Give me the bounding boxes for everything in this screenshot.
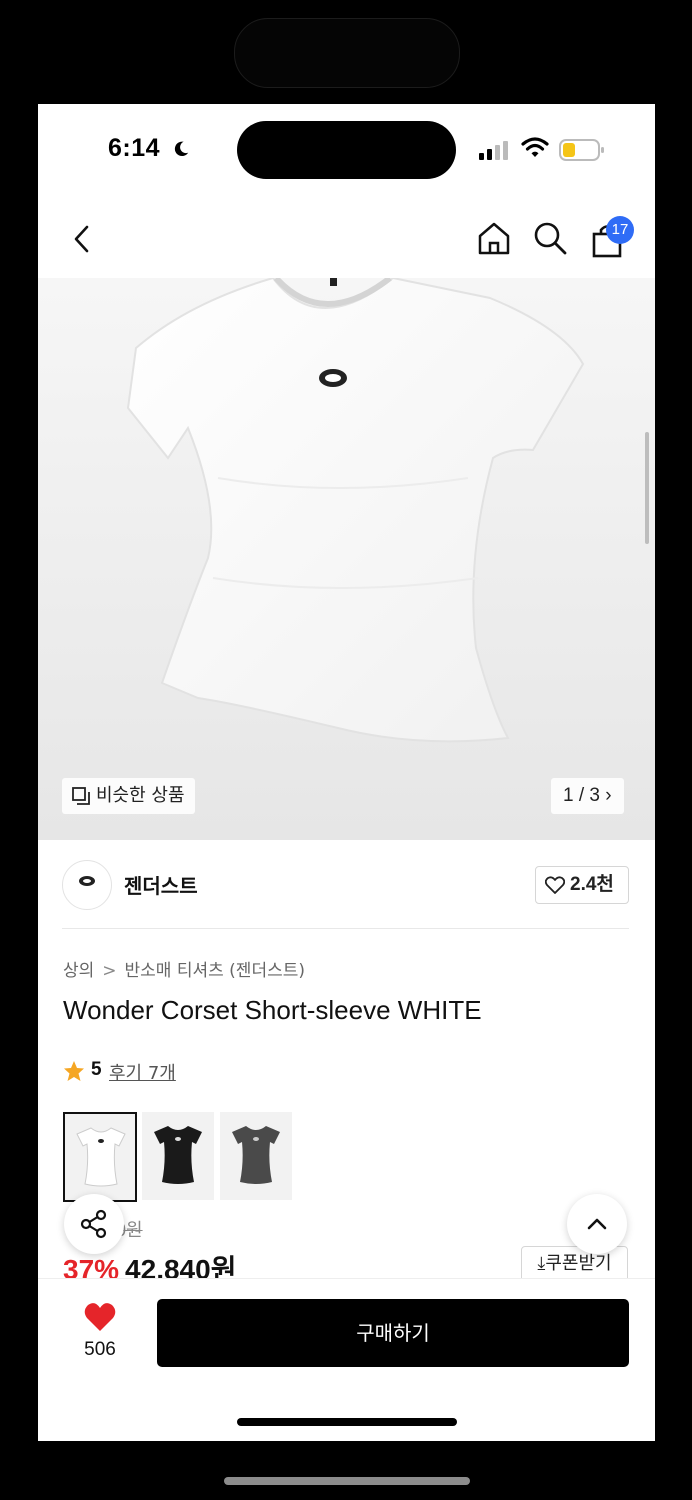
share-button[interactable]: [64, 1194, 124, 1254]
device-bottom-bar: [224, 1477, 470, 1485]
breadcrumb-category[interactable]: 상의: [63, 961, 94, 981]
breadcrumb-separator: >: [102, 961, 117, 981]
back-chevron-icon[interactable]: [68, 224, 98, 254]
tshirt-image: [126, 278, 585, 743]
home-indicator: [237, 1418, 457, 1426]
cart-count-badge: 17: [606, 216, 634, 244]
color-swatch-gray[interactable]: [220, 1112, 292, 1200]
wish-count: 506: [84, 1339, 116, 1360]
divider: [62, 928, 629, 929]
breadcrumb: 상의 > 반소매 티셔츠 (젠더스트): [63, 956, 305, 981]
wifi-icon: [521, 137, 549, 157]
image-scrollbar[interactable]: [645, 432, 649, 544]
buy-button[interactable]: 구매하기: [157, 1299, 629, 1367]
product-title: Wonder Corset Short-sleeve WHITE: [63, 995, 482, 1025]
heart-filled-icon[interactable]: [84, 1302, 116, 1332]
black-tshirt-thumbnail: [154, 1126, 202, 1184]
top-nav: [38, 204, 655, 274]
star-icon: [64, 1061, 84, 1081]
product-image[interactable]: [38, 278, 655, 840]
share-icon: [80, 1209, 107, 1239]
coupon-button[interactable]: ⤓쿠폰받기: [521, 1246, 628, 1282]
home-icon[interactable]: [476, 220, 512, 256]
image-pager[interactable]: 1 / 3 ›: [551, 778, 624, 814]
heart-outline-icon: [545, 876, 565, 894]
breadcrumb-subcategory[interactable]: 반소매 티셔츠 (젠더스트): [125, 961, 305, 981]
battery-icon: [559, 139, 604, 161]
brand-like-count: 2.4천: [570, 874, 614, 895]
chevron-up-icon: [587, 1218, 607, 1230]
search-icon[interactable]: [532, 220, 568, 256]
signal-icon: [479, 141, 508, 160]
white-tshirt-thumbnail: [76, 1127, 126, 1187]
color-swatch-white[interactable]: [63, 1112, 137, 1202]
similar-products-label: 비슷한 상품: [96, 785, 185, 806]
dynamic-island: [237, 121, 456, 179]
phone-screen: 6:14 17 비슷한 상품 1 / 3 › 젠더스트 2.4천 상의 > 반소…: [38, 104, 655, 1441]
brand-logo[interactable]: [62, 860, 112, 910]
similar-items-icon: [72, 787, 90, 805]
moon-icon: [174, 141, 189, 157]
brand-name[interactable]: 젠더스트: [124, 870, 198, 899]
rating-value: 5: [91, 1059, 102, 1080]
status-time: 6:14: [108, 134, 161, 162]
similar-products-button[interactable]: 비슷한 상품: [62, 778, 195, 814]
brand-like-button[interactable]: 2.4천: [535, 866, 629, 904]
device-top-pill: [234, 18, 460, 88]
gray-tshirt-thumbnail: [232, 1126, 280, 1184]
scroll-to-top-button[interactable]: [567, 1194, 627, 1254]
review-count-link[interactable]: 후기 7개: [109, 1059, 176, 1085]
brand-logo-mark: [79, 876, 95, 886]
color-swatch-black[interactable]: [142, 1112, 214, 1200]
